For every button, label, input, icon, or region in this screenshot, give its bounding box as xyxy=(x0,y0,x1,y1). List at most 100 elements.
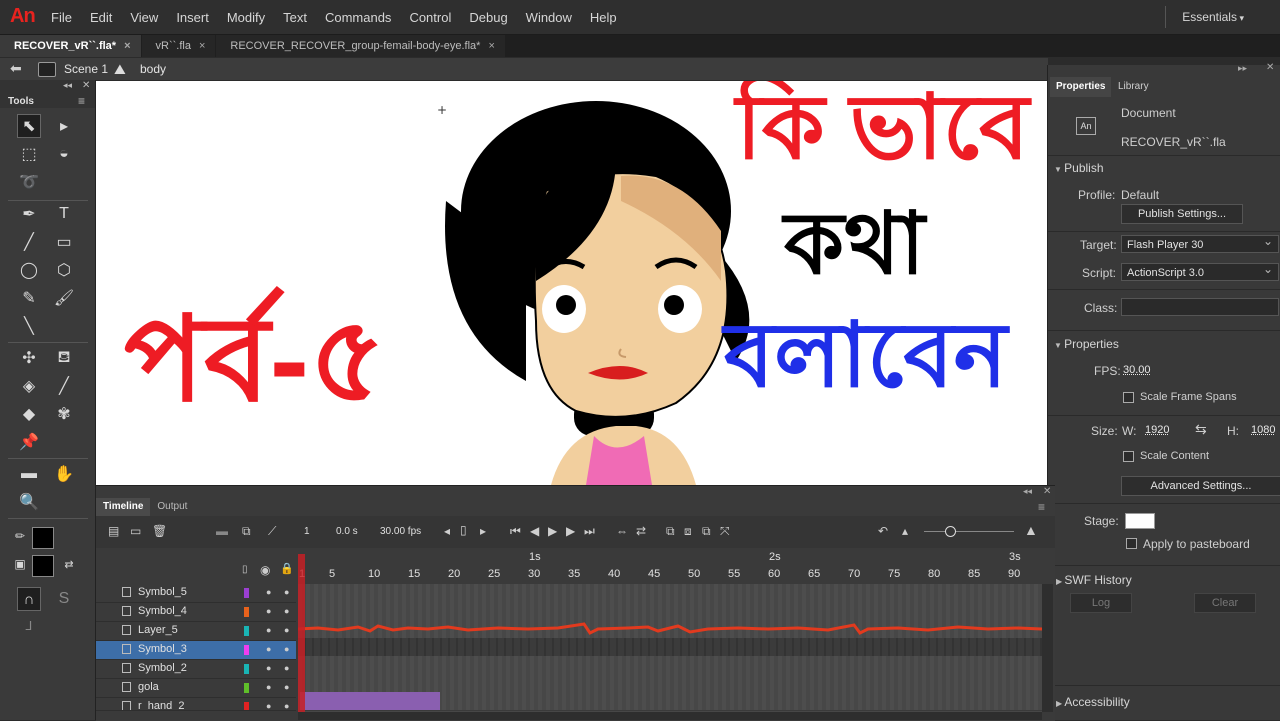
frame-ruler[interactable]: 1s 2s 3s 1 5 10 15 20 25 30 35 40 45 50 … xyxy=(298,548,1042,584)
camera-icon[interactable]: ▬ xyxy=(216,524,228,538)
layer-color-swatch[interactable] xyxy=(244,664,249,674)
menu-help[interactable]: Help xyxy=(581,10,626,25)
frame-row[interactable] xyxy=(298,638,1042,657)
stage-text-middle[interactable]: কথা xyxy=(784,201,925,287)
layer-row[interactable]: gola ● ● xyxy=(96,679,296,698)
layer-row[interactable]: Symbol_5 ● ● xyxy=(96,584,296,603)
line-tool-icon[interactable]: ╱ xyxy=(17,230,41,254)
layer-color-swatch[interactable] xyxy=(244,645,249,655)
frame-row[interactable] xyxy=(298,584,1042,603)
publish-section-header[interactable]: Publish xyxy=(1054,161,1103,175)
width-value[interactable]: 1920 xyxy=(1145,424,1169,436)
play-icon[interactable]: ▶ xyxy=(548,524,557,538)
eraser-icon[interactable]: ◆ xyxy=(17,402,41,426)
close-icon[interactable]: ✕ xyxy=(82,80,90,91)
visibility-dot[interactable]: ● xyxy=(266,587,271,597)
rectangle-tool-icon[interactable]: ▭ xyxy=(52,230,76,254)
stroke-color-swatch[interactable] xyxy=(32,527,54,549)
selection-tool-icon[interactable]: ⬉ xyxy=(17,114,41,138)
modify-markers-icon[interactable]: ⧉ xyxy=(702,524,711,539)
horizontal-scrollbar[interactable] xyxy=(298,712,1042,720)
polystar-tool-icon[interactable]: ⬡ xyxy=(52,258,76,282)
stage-color-swatch[interactable] xyxy=(1125,513,1155,529)
snap-to-objects-icon[interactable]: ∩ xyxy=(17,587,41,611)
lock-dot[interactable]: ● xyxy=(284,644,289,654)
onion-outline-icon[interactable]: ⧉ xyxy=(666,524,675,539)
tab-library[interactable]: Library xyxy=(1112,77,1155,97)
link-icon[interactable]: ⇆ xyxy=(1195,421,1207,438)
tween-span[interactable] xyxy=(300,692,440,710)
layer-color-swatch[interactable] xyxy=(244,626,249,636)
layer-row[interactable]: r_hand_2 ● ● xyxy=(96,698,296,711)
lock-dot[interactable]: ● xyxy=(284,701,289,710)
swf-history-header[interactable]: SWF History xyxy=(1056,573,1131,587)
sync-icon[interactable]: ⤧ xyxy=(720,524,730,539)
step-back-icon[interactable]: ◀ xyxy=(530,524,539,538)
doc-tab-1[interactable]: RECOVER_vR``.fla* × xyxy=(0,35,141,57)
menu-modify[interactable]: Modify xyxy=(218,10,274,25)
pen-tool-icon[interactable]: ✒ xyxy=(17,202,41,226)
free-transform-icon[interactable]: ⬚ xyxy=(17,142,41,166)
zoom-out-icon[interactable]: ▴ xyxy=(902,524,908,538)
close-icon[interactable]: ✕ xyxy=(1266,62,1274,73)
straighten-icon[interactable]: ⅃ xyxy=(17,614,41,638)
doc-tab-3[interactable]: RECOVER_RECOVER_group-femail-body-eye.fl… xyxy=(216,35,505,57)
class-input[interactable] xyxy=(1121,298,1279,316)
tab-properties[interactable]: Properties xyxy=(1050,77,1112,97)
collapse-icon[interactable]: ◂◂ xyxy=(1023,486,1032,497)
tab-output[interactable]: Output xyxy=(150,498,194,516)
visibility-dot[interactable]: ● xyxy=(266,625,271,635)
current-frame[interactable]: 1 xyxy=(304,526,310,537)
menu-edit[interactable]: Edit xyxy=(81,10,121,25)
hand-tool-icon[interactable]: ✋ xyxy=(52,462,76,486)
next-frame-icon[interactable]: ▸ xyxy=(480,524,486,538)
tab-timeline[interactable]: Timeline xyxy=(96,498,151,516)
frame-grid[interactable] xyxy=(298,584,1042,712)
eyedropper-icon[interactable]: ╱ xyxy=(52,374,76,398)
camera-tool-icon[interactable]: ▬ xyxy=(17,462,41,486)
eye-icon[interactable]: ◉ xyxy=(260,563,270,577)
graph-icon[interactable]: ⟋ xyxy=(268,524,276,539)
paint-bucket-icon[interactable]: ⛾ xyxy=(52,346,76,370)
frame-row[interactable] xyxy=(298,692,1042,711)
accessibility-header[interactable]: Accessibility xyxy=(1056,695,1129,709)
zoom-slider-handle[interactable] xyxy=(945,526,956,537)
text-tool-icon[interactable]: T xyxy=(52,202,76,226)
zoom-in-icon[interactable]: ▲ xyxy=(1024,522,1038,538)
lock-dot[interactable]: ● xyxy=(284,587,289,597)
target-select[interactable]: Flash Player 30 xyxy=(1121,232,1279,253)
frame-row[interactable] xyxy=(298,656,1042,675)
menu-control[interactable]: Control xyxy=(400,10,460,25)
lock-dot[interactable]: ● xyxy=(284,606,289,616)
layer-row[interactable]: Symbol_2 ● ● xyxy=(96,660,296,679)
oval-tool-icon[interactable]: ◯ xyxy=(17,258,41,282)
pin-tool-icon[interactable]: 📌 xyxy=(17,430,41,454)
loop-icon[interactable]: ⇔ xyxy=(616,524,628,538)
menu-commands[interactable]: Commands xyxy=(316,10,400,25)
step-forward-icon[interactable]: ▶ xyxy=(566,524,575,538)
layer-row[interactable]: Layer_5 ● ● xyxy=(96,622,296,641)
layer-color-swatch[interactable] xyxy=(244,683,249,693)
outline-toggle-icon[interactable]: ▯ xyxy=(242,564,248,575)
menu-debug[interactable]: Debug xyxy=(460,10,516,25)
stage-text-bottom[interactable]: বলাবেন xyxy=(724,311,1007,401)
lasso-icon[interactable]: ➰ xyxy=(17,170,41,194)
center-frame-icon[interactable]: ▯ xyxy=(460,523,467,537)
layer-row[interactable]: Symbol_4 ● ● xyxy=(96,603,296,622)
log-button[interactable]: Log xyxy=(1070,593,1132,613)
frame-row[interactable] xyxy=(298,674,1042,693)
fill-color-swatch[interactable] xyxy=(32,555,54,577)
onion-skin-icon[interactable]: ⇄ xyxy=(636,524,646,538)
ink-bottle-icon[interactable]: ◈ xyxy=(17,374,41,398)
collapse-icon[interactable]: ◂◂ xyxy=(63,80,72,91)
zoom-slider-track[interactable] xyxy=(924,531,1014,532)
new-folder-icon[interactable]: ▭ xyxy=(130,524,141,538)
lock-icon[interactable]: 🔒 xyxy=(280,562,294,575)
width-tool-icon[interactable]: ✾ xyxy=(52,402,76,426)
prev-frame-icon[interactable]: ◂ xyxy=(444,524,450,538)
edit-multiple-icon[interactable]: ⧈ xyxy=(684,524,692,539)
visibility-dot[interactable]: ● xyxy=(266,606,271,616)
smooth-icon[interactable]: S xyxy=(52,587,76,611)
collapse-icon[interactable]: ▸▸ xyxy=(1238,63,1247,74)
fps-value[interactable]: 30.00 xyxy=(1123,364,1151,376)
